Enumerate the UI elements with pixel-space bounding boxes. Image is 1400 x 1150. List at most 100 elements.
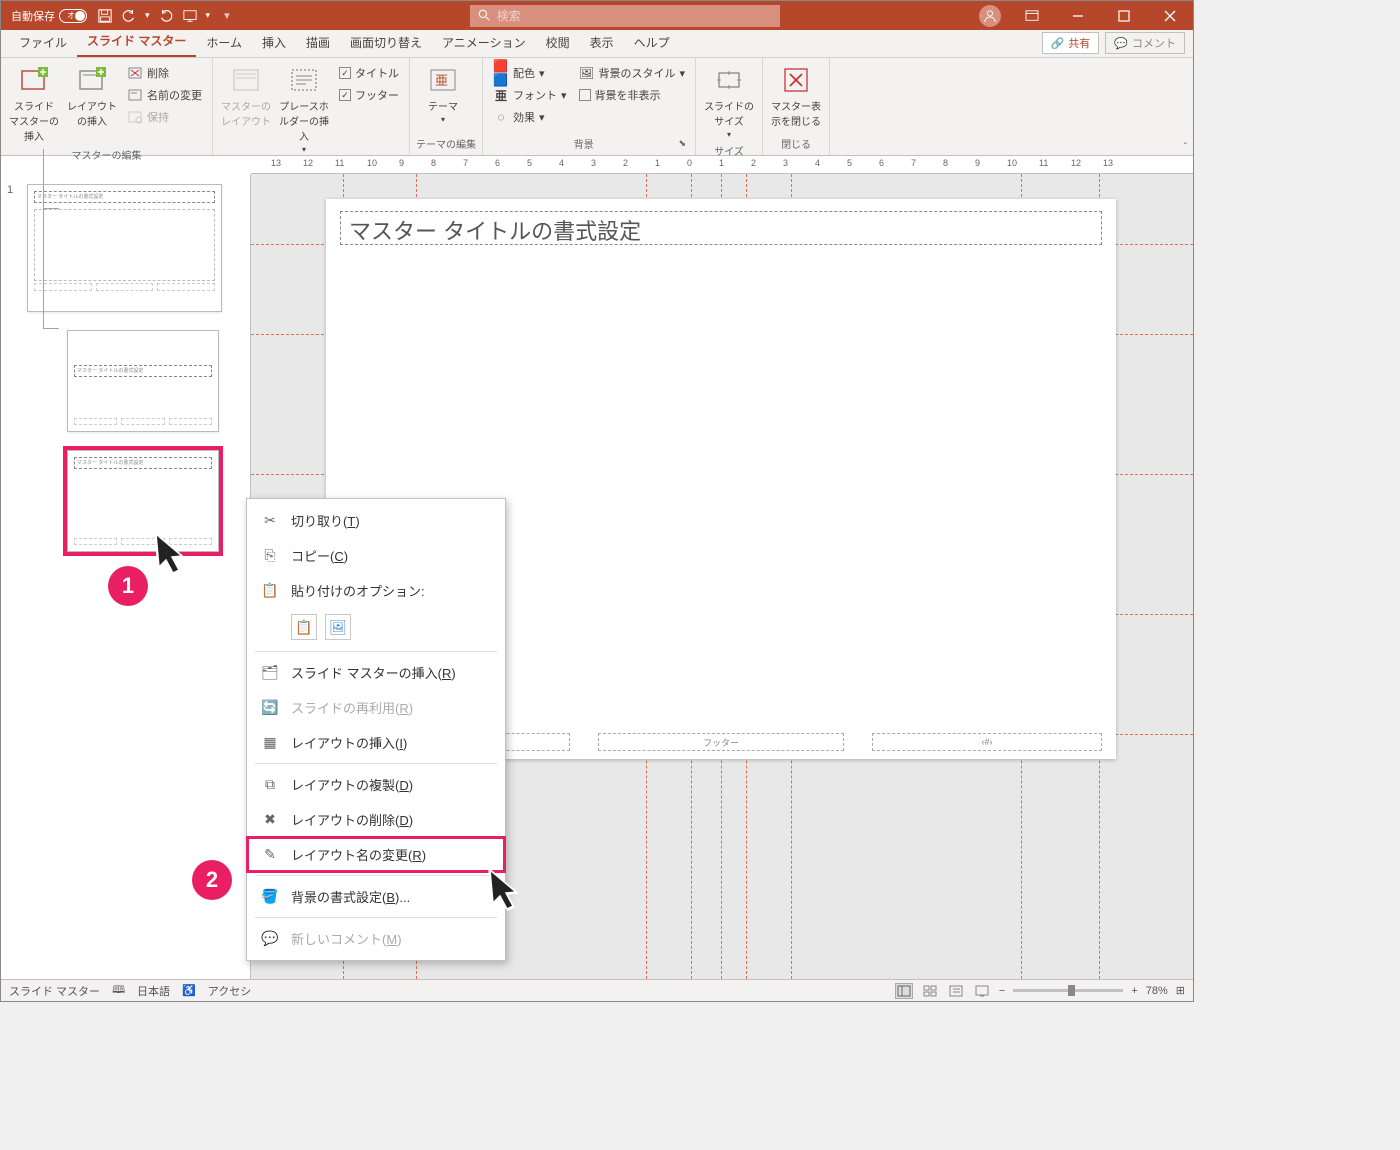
status-mode: スライド マスター (9, 983, 100, 999)
collapse-ribbon-icon[interactable]: ˆ (1184, 142, 1187, 153)
delete-icon: ✖ (261, 811, 279, 829)
ribbon: スライド マスターの挿入 レイアウトの挿入 削除 名前の変更 保持 マスターの編… (1, 58, 1193, 156)
ctx-copy[interactable]: ⎘ コピー(C) (247, 538, 505, 573)
background-styles-button[interactable]: 🖼背景のスタイル ▾ (577, 64, 688, 82)
status-accessibility: アクセシ (208, 983, 251, 999)
background-dialog-launcher[interactable]: ⬊ (679, 138, 690, 149)
cursor-2 (484, 866, 524, 915)
themes-button[interactable]: 亜 テーマ▾ (416, 62, 470, 126)
group-label-background: 背景 (489, 134, 679, 153)
footer-center-placeholder[interactable]: フッター (598, 733, 844, 751)
group-label-close: 閉じる (769, 134, 823, 153)
save-icon[interactable] (97, 8, 113, 24)
insert-layout-button[interactable]: レイアウトの挿入 (65, 62, 119, 130)
footer-checkbox[interactable]: ✓フッター (337, 86, 401, 104)
rename-icon: ✎ (261, 846, 279, 864)
footer-number-placeholder[interactable]: ‹#› (872, 733, 1102, 751)
duplicate-icon: ⧉ (261, 776, 279, 794)
paste-icon: 📋 (261, 582, 279, 600)
maximize-button[interactable] (1101, 1, 1147, 30)
account-avatar[interactable] (979, 5, 1001, 27)
comment-button[interactable]: 💬コメント (1105, 32, 1185, 54)
preserve-button: 保持 (125, 108, 204, 126)
zoom-out-button[interactable]: − (999, 985, 1005, 997)
master-layout-button: マスターのレイアウト (219, 62, 273, 130)
slide-size-button[interactable]: スライドのサイズ▾ (702, 62, 756, 141)
group-label-theme-edit: テーマの編集 (416, 134, 476, 153)
status-language: 日本語 (137, 983, 170, 999)
group-label-master-edit: マスターの編集 (7, 145, 206, 164)
callout-badge-2: 2 (192, 860, 232, 900)
normal-view-button[interactable] (895, 983, 913, 999)
close-button[interactable] (1147, 1, 1193, 30)
zoom-percent[interactable]: 78% (1146, 985, 1168, 997)
ctx-reuse-slides: 🔄 スライドの再利用(R) (247, 690, 505, 725)
tab-review[interactable]: 校閲 (536, 30, 580, 57)
context-menu: ✂ 切り取り(T) ⎘ コピー(C) 📋 貼り付けのオプション: 📋 🖼 🗂 ス… (246, 498, 506, 961)
fonts-button[interactable]: 亜フォント ▾ (491, 86, 569, 104)
tab-view[interactable]: 表示 (580, 30, 624, 57)
title-checkbox[interactable]: ✓タイトル (337, 64, 401, 82)
undo-icon[interactable] (121, 8, 137, 24)
cut-icon: ✂ (261, 512, 279, 530)
minimize-button[interactable] (1055, 1, 1101, 30)
master-number: 1 (7, 184, 13, 196)
search-input[interactable] (497, 9, 772, 23)
ctx-cut[interactable]: ✂ 切り取り(T) (247, 503, 505, 538)
paste-keep-source-formatting[interactable]: 🖼 (325, 614, 351, 640)
redo-icon[interactable] (158, 8, 174, 24)
rename-button[interactable]: 名前の変更 (125, 86, 204, 104)
tab-help[interactable]: ヘルプ (624, 30, 680, 57)
layout-thumbnail-1[interactable]: マスター タイトルの書式設定 (67, 330, 242, 432)
reading-view-button[interactable] (947, 983, 965, 999)
tab-insert[interactable]: 挿入 (252, 30, 296, 57)
accessibility-icon[interactable]: ♿ (182, 984, 196, 997)
ctx-format-background[interactable]: 🪣 背景の書式設定(B)... (247, 879, 505, 914)
sorter-view-button[interactable] (921, 983, 939, 999)
close-master-view-button[interactable]: マスター表示を閉じる (769, 62, 823, 130)
insert-layout-icon: ▦ (261, 734, 279, 752)
autosave-toggle[interactable]: 自動保存 オフ (11, 8, 89, 24)
ctx-new-comment: 💬 新しいコメント(M) (247, 921, 505, 956)
tab-draw[interactable]: 描画 (296, 30, 340, 57)
ruler-horizontal: 13121110987654321012345678910111213 (251, 156, 1193, 174)
reuse-icon: 🔄 (261, 699, 279, 717)
ribbon-display-icon[interactable] (1009, 1, 1055, 30)
ctx-insert-layout[interactable]: ▦ レイアウトの挿入(I) (247, 725, 505, 760)
titlebar: 自動保存 オフ ▾ ▾ ▾ (1, 1, 1193, 30)
hide-background-checkbox[interactable]: 背景を非表示 (577, 86, 688, 104)
search-box[interactable] (470, 5, 780, 27)
zoom-in-button[interactable]: + (1131, 985, 1137, 997)
status-bar: スライド マスター 🕮 日本語 ♿ アクセシ − + 78% ⊞ (1, 979, 1193, 1001)
tab-file[interactable]: ファイル (9, 30, 77, 57)
comment-icon: 💬 (261, 930, 279, 948)
insert-placeholder-button[interactable]: プレースホルダーの挿入▾ (277, 62, 331, 156)
insert-master-icon: 🗂 (261, 664, 279, 682)
autosave-label: 自動保存 (11, 8, 55, 24)
colors-button[interactable]: 🟥🟦配色 ▾ (491, 64, 569, 82)
ctx-paste-options-label: 📋 貼り付けのオプション: (247, 573, 505, 608)
title-placeholder[interactable]: マスター タイトルの書式設定 (340, 211, 1102, 245)
ctx-rename-layout[interactable]: ✎ レイアウト名の変更(R) (247, 837, 505, 872)
fit-to-window-button[interactable]: ⊞ (1176, 984, 1185, 997)
slideshow-icon[interactable] (182, 8, 198, 24)
ctx-duplicate-layout[interactable]: ⧉ レイアウトの複製(D) (247, 767, 505, 802)
status-lang-icon[interactable]: 🕮 (112, 981, 125, 1000)
tab-slide-master[interactable]: スライド マスター (77, 28, 196, 57)
copy-icon: ⎘ (261, 547, 279, 565)
zoom-slider[interactable] (1013, 989, 1123, 992)
tab-transitions[interactable]: 画面切り替え (340, 30, 432, 57)
format-bg-icon: 🪣 (261, 888, 279, 906)
tab-animations[interactable]: アニメーション (432, 30, 536, 57)
qat-customize-icon[interactable]: ▾ (224, 9, 230, 22)
insert-slide-master-button[interactable]: スライド マスターの挿入 (7, 62, 61, 145)
delete-layout-button[interactable]: 削除 (125, 64, 204, 82)
effects-button[interactable]: ◌効果 ▾ (491, 108, 569, 126)
svg-text:亜: 亜 (435, 73, 448, 88)
tab-home[interactable]: ホーム (196, 30, 252, 57)
ctx-insert-slide-master[interactable]: 🗂 スライド マスターの挿入(R) (247, 655, 505, 690)
slideshow-view-button[interactable] (973, 983, 991, 999)
share-button[interactable]: 🔗共有 (1042, 32, 1100, 54)
ctx-delete-layout[interactable]: ✖ レイアウトの削除(D) (247, 802, 505, 837)
paste-use-destination-theme[interactable]: 📋 (291, 614, 317, 640)
